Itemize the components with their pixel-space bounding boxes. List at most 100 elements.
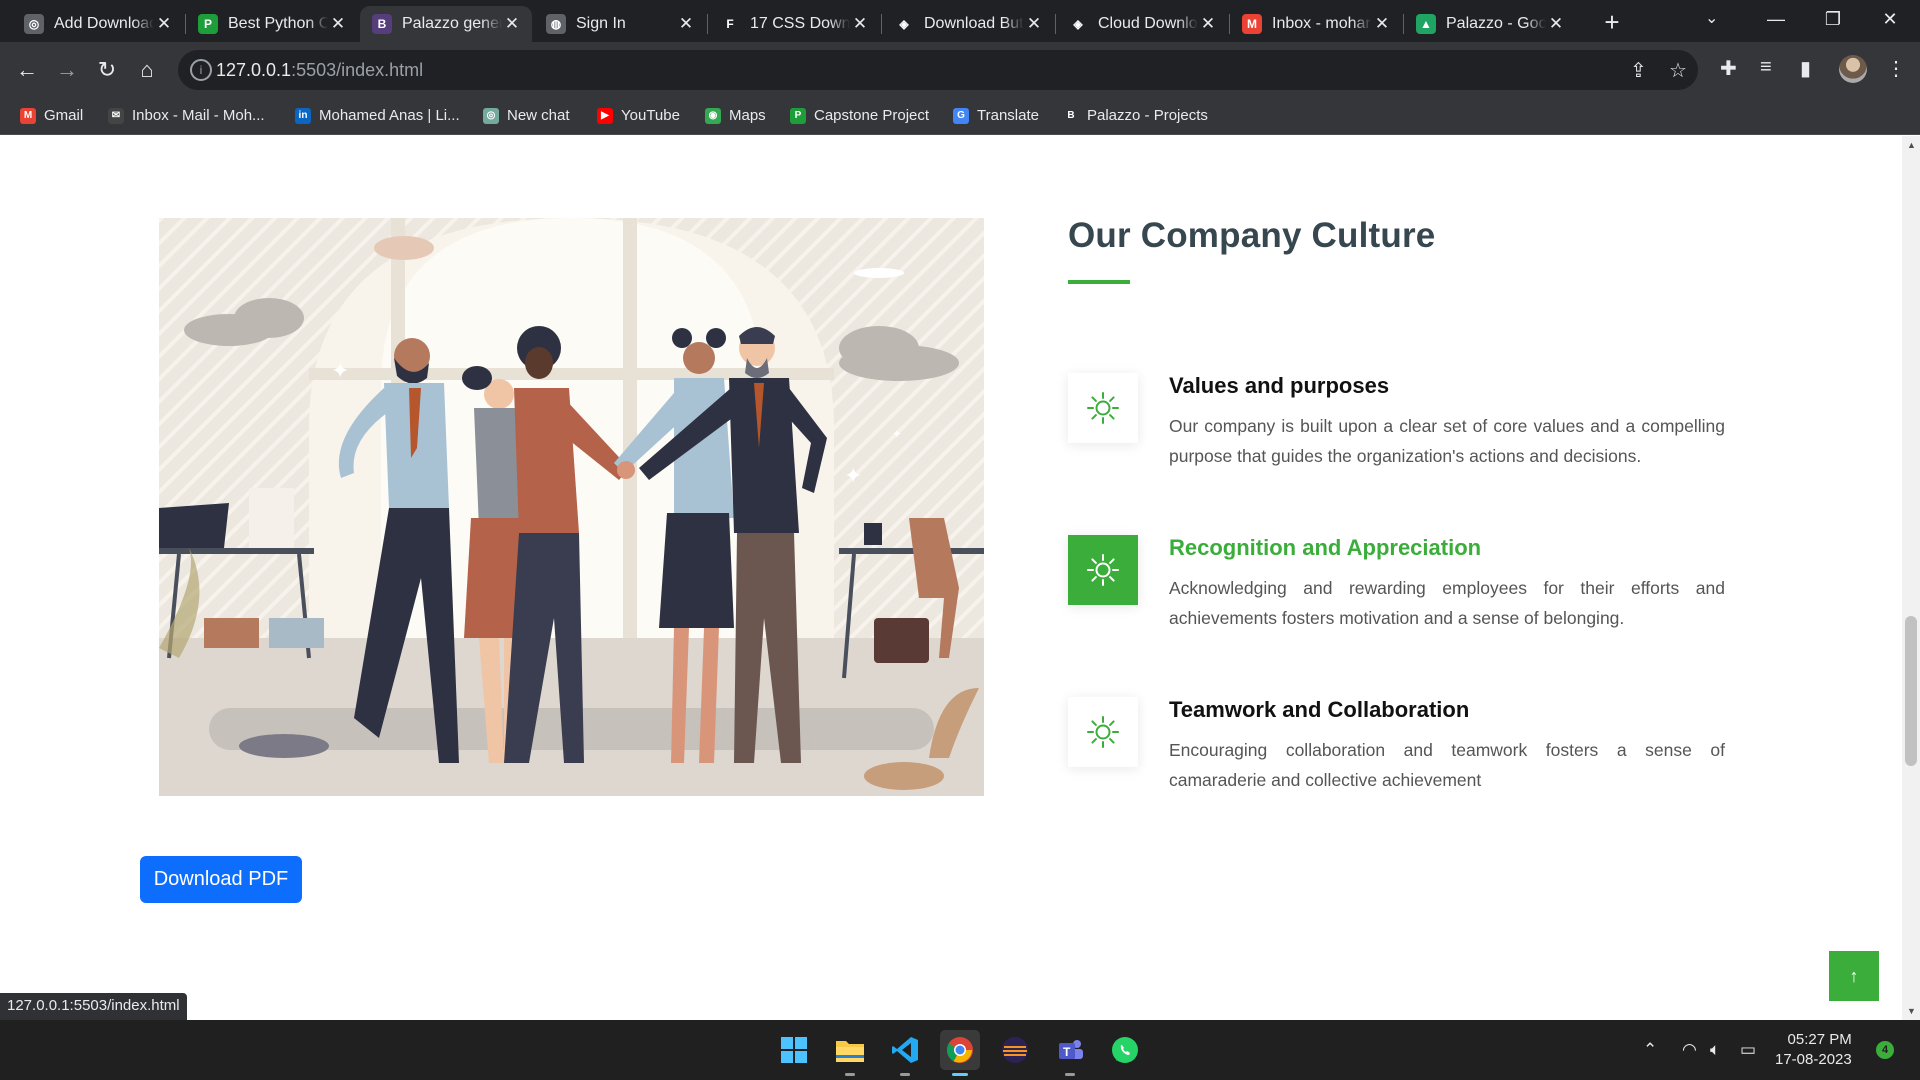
tab-close-icon[interactable]: ✕ [676, 14, 696, 34]
bookmark-6[interactable]: ◉ Maps [705, 107, 766, 124]
bookmark-3[interactable]: in Mohamed Anas | Li... [295, 107, 460, 124]
download-pdf-button[interactable]: Download PDF [140, 856, 302, 903]
svg-text:✦: ✦ [844, 463, 862, 488]
team-illustration-svg: ✦ ✦ ✦ [159, 218, 984, 796]
page-scrollbar[interactable]: ▲ ▼ [1902, 136, 1920, 1020]
profile-avatar[interactable] [1839, 55, 1867, 83]
reload-icon[interactable]: ↻ [91, 54, 123, 86]
extensions-puzzle-icon[interactable]: ✚ [1720, 56, 1737, 81]
tab-1[interactable]: ◎ Add Download ✕ [12, 6, 184, 42]
svg-text:✦: ✦ [331, 358, 349, 383]
bookmark-9[interactable]: B Palazzo - Projects [1063, 107, 1208, 124]
title-underline [1068, 280, 1130, 284]
tab-3[interactable]: B Palazzo gener ✕ [360, 6, 532, 42]
google-maps-icon: ◉ [705, 107, 721, 124]
restore-button[interactable]: ❐ [1813, 4, 1853, 34]
tab-9[interactable]: ▲ Palazzo - Goo ✕ [1404, 6, 1576, 42]
svg-text:✦: ✦ [892, 427, 902, 441]
youtube-icon: ▶ [597, 107, 613, 124]
site-info-icon[interactable]: i [190, 59, 212, 81]
notification-badge[interactable]: 4 [1876, 1041, 1894, 1059]
bookmark-label: Capstone Project [814, 107, 930, 124]
tab-close-icon[interactable]: ✕ [1546, 14, 1566, 34]
scroll-thumb[interactable] [1905, 616, 1917, 766]
tab-title: Add Download [54, 15, 154, 32]
bookmark-label: Palazzo - Projects [1087, 107, 1208, 124]
bookmark-5[interactable]: ▶ YouTube [597, 107, 680, 124]
scroll-down-arrow-icon[interactable]: ▼ [1907, 1006, 1916, 1016]
minimize-button[interactable]: — [1756, 4, 1796, 34]
bookmark-7[interactable]: P Capstone Project [790, 107, 929, 124]
tab-5[interactable]: F 17 CSS Downl ✕ [708, 6, 880, 42]
linkedin-icon: in [295, 107, 311, 124]
teams-icon[interactable]: T [1050, 1030, 1090, 1076]
close-window-button[interactable]: ✕ [1870, 4, 1910, 34]
bookmark-4[interactable]: ◎ New chat [483, 107, 570, 124]
tab-6[interactable]: ◈ Download But ✕ [882, 6, 1054, 42]
mail-envelope-icon: ✉ [108, 107, 124, 124]
tab-close-icon[interactable]: ✕ [154, 14, 174, 34]
chatgpt-icon: ◎ [24, 14, 44, 34]
status-bar-url: 127.0.0.1:5503/index.html [0, 993, 187, 1020]
tab-title: 17 CSS Downl [750, 15, 850, 32]
share-icon[interactable]: ⇪ [1630, 58, 1647, 83]
gmail-icon: M [20, 107, 36, 124]
svg-text:T: T [1063, 1045, 1071, 1059]
tab-close-icon[interactable]: ✕ [1372, 14, 1392, 34]
clock-time: 05:27 PM [1787, 1031, 1852, 1048]
back-arrow-icon[interactable]: ← [11, 54, 43, 86]
back-to-top-arrow-icon[interactable]: ↑ [1829, 951, 1879, 1001]
tab-title: Cloud Downlo [1098, 15, 1198, 32]
wifi-icon[interactable]: ◠ [1682, 1040, 1697, 1060]
eclipse-icon[interactable] [995, 1030, 1035, 1070]
volume-icon[interactable]: 🔈︎ [1710, 1040, 1720, 1060]
browser-toolbar: ← → ↻ ⌂ i 127.0.0.1:5503/index.html ⇪ ☆ … [0, 42, 1920, 98]
windows-start-icon[interactable] [774, 1030, 814, 1070]
home-icon[interactable]: ⌂ [131, 54, 163, 86]
bookmark-label: New chat [507, 107, 570, 124]
bookmark-1[interactable]: M Gmail [20, 107, 83, 124]
side-panel-icon[interactable]: ▮ [1800, 56, 1811, 81]
scroll-up-arrow-icon[interactable]: ▲ [1907, 140, 1916, 150]
menu-kebab-icon[interactable]: ⋮ [1886, 56, 1906, 81]
tab-title: Inbox - mohar [1272, 15, 1371, 32]
whatsapp-icon[interactable] [1105, 1030, 1145, 1070]
forward-arrow-icon[interactable]: → [51, 54, 83, 86]
values-description: Our company is built upon a clear set of… [1169, 416, 1725, 466]
tab-close-icon[interactable]: ✕ [1198, 14, 1218, 34]
tab-7[interactable]: ◈ Cloud Downlo ✕ [1056, 6, 1228, 42]
tab-close-icon[interactable]: ✕ [502, 14, 522, 34]
chatgpt-icon: ◎ [483, 107, 499, 124]
media-queue-icon[interactable]: ≡ [1760, 56, 1772, 79]
new-tab-button[interactable]: + [1598, 8, 1626, 36]
show-hidden-icons-chevron-icon[interactable]: ⌃ [1643, 1040, 1657, 1060]
values-sun-icon [1068, 373, 1138, 443]
battery-icon[interactable]: ▭ [1740, 1040, 1756, 1060]
tab-close-icon[interactable]: ✕ [328, 14, 348, 34]
tab-close-icon[interactable]: ✕ [850, 14, 870, 34]
google-translate-icon: G [953, 107, 969, 124]
vscode-icon[interactable] [885, 1030, 925, 1076]
clock-date: 17-08-2023 [1775, 1051, 1852, 1068]
tab-strip: ◎ Add Download ✕ P Best Python O ✕ B Palazzo ge… [0, 0, 1920, 42]
chrome-icon[interactable] [940, 1030, 980, 1076]
bookmark-2[interactable]: ✉ Inbox - Mail - Moh... [108, 107, 265, 124]
bookmark-8[interactable]: G Translate [953, 107, 1039, 124]
tab-search-chevron-icon[interactable]: ⌄ [1705, 8, 1718, 28]
team-culture-illustration: ✦ ✦ ✦ [159, 218, 984, 796]
bookmark-label: Inbox - Mail - Moh... [132, 107, 265, 124]
bookmarks-bar: M Gmail ✉ Inbox - Mail - Moh... in Mohamed An… [0, 98, 1920, 135]
address-bar[interactable]: i 127.0.0.1:5503/index.html ⇪ ☆ [178, 50, 1698, 90]
url-text[interactable]: 127.0.0.1:5503/index.html [216, 60, 423, 81]
tab-8[interactable]: M Inbox - mohar ✕ [1230, 6, 1402, 42]
culture-section-title: Our Company Culture [1068, 216, 1436, 255]
gmail-icon: M [1242, 14, 1262, 34]
tab-4[interactable]: ◍ Sign In ✕ [534, 6, 706, 42]
google-drive-icon: ▲ [1416, 14, 1436, 34]
system-clock[interactable]: 05:27 PM 17-08-2023 [1775, 1030, 1852, 1070]
file-explorer-icon[interactable] [830, 1030, 870, 1076]
values-title: Values and purposes [1169, 373, 1390, 398]
bookmark-star-icon[interactable]: ☆ [1669, 58, 1687, 83]
tab-2[interactable]: P Best Python O ✕ [186, 6, 358, 42]
tab-close-icon[interactable]: ✕ [1024, 14, 1044, 34]
